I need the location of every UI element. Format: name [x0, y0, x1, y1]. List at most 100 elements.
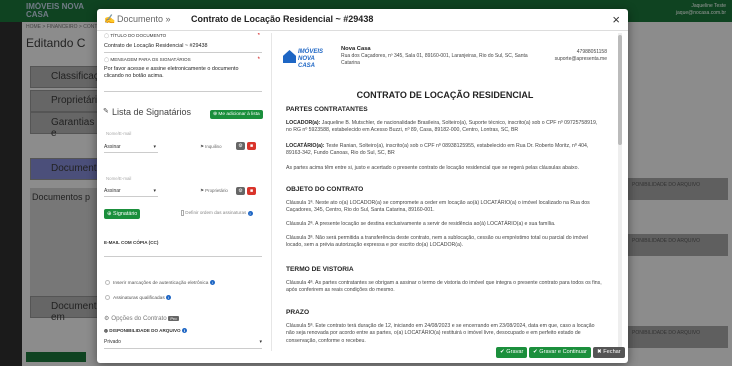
- document-scrollbar[interactable]: [618, 33, 622, 351]
- add-signer-button[interactable]: ⊕ Signatário: [104, 209, 141, 219]
- paragraph: Cláusula 1ª. Neste ato o(a) LOCADOR(a) s…: [286, 200, 590, 214]
- divider: [104, 196, 158, 197]
- document-title: CONTRATO DE LOCAÇÃO RESIDENCIAL: [356, 90, 534, 100]
- company-address: Rua dos Caçadores, nº 345, Sala 01, 8916…: [341, 53, 528, 66]
- signer-2-delete-button[interactable]: ■: [247, 187, 256, 195]
- paragraph: Cláusula 4ª. As partes contratantes se o…: [286, 280, 602, 294]
- signature-modal: ✍ Documento » Contrato de Locação Reside…: [97, 9, 628, 363]
- section-heading: OBJETO DO CONTRATO: [286, 186, 364, 193]
- bg-docs: Documentos p: [30, 188, 100, 298]
- chevron-down-icon: ▾: [153, 144, 156, 150]
- user-name: Jaqueline Teste: [691, 3, 726, 9]
- paragraph: LOCATÁRIO(a): Teste Ranian, Solteiro(a),…: [286, 143, 589, 157]
- plus-icon: ⊕: [213, 112, 218, 117]
- tag-icon: ⚑: [200, 144, 204, 149]
- paragraph: As partes acima têm entre si, justo e ac…: [286, 165, 579, 171]
- qualified-signatures-label: Assinaturas qualificadas i: [113, 295, 172, 301]
- section-heading: TERMO DE VISTORIA: [286, 266, 354, 273]
- signer-1-label: Nome/E-mail: [106, 131, 132, 136]
- section-heading: PARTES CONTRATANTES: [286, 106, 368, 113]
- doc-title-field[interactable]: Contrato de Locação Residencial ~ #29438: [104, 43, 208, 49]
- bg-panel-2: Proprietários: [30, 90, 108, 112]
- bg-docs-heading: Documentos p: [32, 192, 91, 202]
- signer-1-delete-button[interactable]: ■: [247, 142, 256, 150]
- chevron-down-icon: ▾: [153, 188, 156, 194]
- signature-form: ◯ TÍTULO DO DOCUMENTO * Contrato de Loca…: [102, 33, 266, 361]
- message-field[interactable]: Por favor acesse e assine eletronicament…: [104, 66, 244, 80]
- auth-marks-label: Inserir marcações de autenticação eletrô…: [113, 280, 215, 286]
- bg-docs-footer: Documentos em: [30, 296, 107, 323]
- pen-icon: ✎: [103, 108, 109, 115]
- modal-header: ✍ Documento » Contrato de Locação Reside…: [97, 9, 628, 31]
- save-button[interactable]: ✔ Gravar: [496, 347, 528, 358]
- doc-title-label: ◯ TÍTULO DO DOCUMENTO: [104, 33, 167, 38]
- scrollbar-thumb[interactable]: [618, 35, 622, 145]
- qualified-signatures-checkbox[interactable]: [105, 295, 110, 300]
- close-icon[interactable]: ×: [612, 12, 620, 27]
- company-name: Nova Casa: [341, 46, 371, 52]
- auth-marks-checkbox[interactable]: [105, 280, 110, 285]
- trash-icon: ■: [249, 188, 254, 194]
- signer-1-settings-button[interactable]: ⚙: [236, 142, 245, 150]
- signer-1-role[interactable]: ⚑ Inquilino: [200, 144, 234, 150]
- company-logo: IMÓVEIS NOVA CASA: [283, 47, 329, 69]
- section-heading: PRAZO: [286, 309, 310, 316]
- modal-title: Contrato de Locação Residencial ~ #29438: [191, 14, 374, 24]
- user-menu[interactable]: Jaqueline Teste jaque@nocasa.com.br: [676, 3, 726, 17]
- company-contact: 47988051158 suporte@apresenta.me: [554, 49, 607, 62]
- required-marker: *: [257, 57, 260, 63]
- availability-label: ◍ DISPONIBILIDADE DO ARQUIVO i: [104, 328, 187, 334]
- house-icon: [283, 50, 296, 63]
- required-marker: *: [257, 33, 260, 39]
- divider: [104, 348, 262, 349]
- gear-icon: ⚙: [238, 143, 243, 149]
- contract-options-toggle[interactable]: ⚙ Opções do Contrato Pro: [104, 315, 179, 322]
- divider: [104, 52, 262, 53]
- info-icon: i: [166, 295, 172, 300]
- signer-2-settings-button[interactable]: ⚙: [236, 187, 245, 195]
- save-continue-button[interactable]: ✔ Gravar e Continuar: [529, 347, 591, 358]
- bg-right-3: PONIBILIDADE DO ARQUIVO: [628, 326, 728, 348]
- bg-bottom-button: [26, 352, 86, 362]
- tag-icon: ⚑: [200, 188, 204, 193]
- gear-icon: ⚙: [238, 188, 243, 194]
- bg-right-1: PONIBILIDADE DO ARQUIVO: [628, 178, 728, 200]
- app-page-title: Editando C: [26, 36, 86, 50]
- signer-2-action-select[interactable]: Assinar ▾: [104, 188, 156, 194]
- message-label: ◯ MENSAGEM PARA OS SIGNATÁRIOS: [104, 57, 191, 62]
- paragraph: LOCADOR(a): Jaqueline B. Mutschler, de n…: [286, 120, 598, 134]
- info-icon: i: [181, 328, 187, 334]
- trash-icon: ■: [249, 143, 254, 149]
- check-icon: ✔: [500, 349, 505, 355]
- modal-footer: ✔ Gravar ✔ Gravar e Continuar ✖ Fechar: [97, 347, 628, 363]
- globe-icon: ◍: [104, 328, 109, 333]
- paragraph: Cláusula 5ª. Este contrato terá duração …: [286, 323, 595, 344]
- app-sidebar: [0, 0, 22, 366]
- info-icon: i: [209, 280, 215, 285]
- chevron-down-icon: ▾: [259, 339, 262, 345]
- cc-input[interactable]: [104, 256, 262, 257]
- availability-select[interactable]: Privado ▾: [104, 339, 262, 345]
- signer-2-label: Nome/E-mail: [106, 176, 132, 181]
- signers-title: ✎ Lista de Signatários: [103, 107, 192, 117]
- modal-breadcrumb: Documento »: [117, 14, 171, 24]
- close-icon: ✖: [597, 349, 602, 355]
- bg-right-2: PONIBILIDADE DO ARQUIVO: [628, 234, 728, 256]
- signing-order-toggle[interactable]: Definir ordem das assinaturas i: [181, 210, 253, 216]
- user-email: jaque@nocasa.com.br: [675, 10, 726, 16]
- paragraph: Cláusula 3ª. Não será permitida a transf…: [286, 235, 589, 249]
- divider: [104, 91, 262, 92]
- signer-2-role[interactable]: ⚑ Proprietário: [200, 188, 236, 194]
- info-icon: i: [247, 210, 253, 216]
- check-icon: ✔: [533, 349, 538, 355]
- add-me-button[interactable]: ⊕ Me adicionar à lista: [210, 110, 263, 119]
- app-logo: IMÓVEIS NOVA CASA: [26, 2, 84, 19]
- document-preview: IMÓVEIS NOVA CASA Nova Casa Rua dos Caçad…: [275, 33, 615, 351]
- plus-icon: ⊕: [107, 211, 112, 217]
- gear-icon: ⚙: [104, 315, 110, 322]
- panel-divider: [271, 33, 272, 351]
- pro-badge: Pro: [168, 316, 179, 321]
- divider: [104, 152, 158, 153]
- signer-1-action-select[interactable]: Assinar ▾: [104, 144, 156, 150]
- close-button[interactable]: ✖ Fechar: [593, 347, 625, 358]
